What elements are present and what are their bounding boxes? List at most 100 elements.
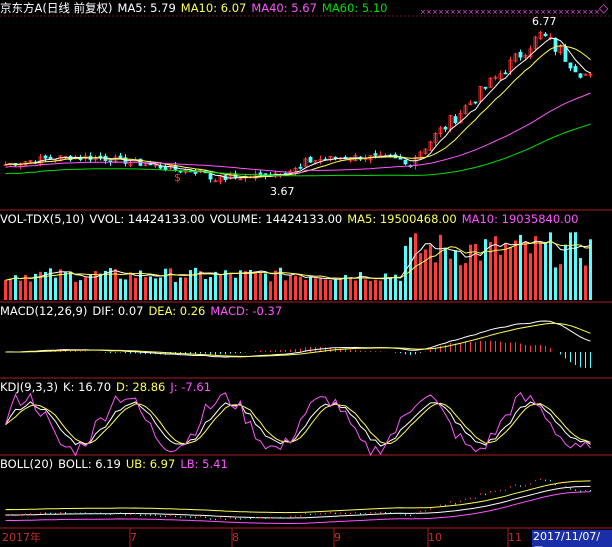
volume-value: VOLUME: 14424133.00 [209,212,343,226]
volume-bar [579,258,582,300]
candle-body [208,173,213,180]
volume-bar [339,278,342,300]
volume-bar [439,234,442,300]
volume-bar [169,268,172,300]
volume-bar [329,279,332,300]
candle-body [108,160,113,163]
boll-indicator-name: BOLL(20) [0,457,54,471]
volume-bar [99,273,102,300]
volume-bar [299,276,302,300]
volume-bar [94,271,97,300]
volume-bar [134,277,137,300]
volume-bar [229,273,232,300]
signal-marker: × [522,8,528,16]
volume-bar [369,280,372,300]
signal-marker: × [480,8,486,16]
d-value: D: 28.86 [116,380,166,394]
volume-bar [574,232,577,300]
macd-header: MACD(12,26,9) DIF: 0.07 DEA: 0.26 MACD: -0.… [0,303,287,319]
volume-bar [319,278,322,300]
boll-ub-value: UB: 6.97 [125,457,176,471]
candle-body [473,101,478,104]
signal-marker: × [438,8,444,16]
signal-marker: × [558,8,564,16]
kdj-indicator-name: KDJ(9,3,3) [0,380,59,394]
signal-marker: × [426,8,432,16]
volume-bar [524,241,527,300]
volume-bar [9,278,12,300]
volume-bar [84,277,87,300]
volume-bar [469,244,472,300]
low-price-label: 3.67 [270,185,295,198]
candle-body [43,155,48,159]
stock-name: 京东方A [0,1,43,15]
candle-body [543,33,548,37]
volume-bar [149,276,152,300]
boll-mid-line [5,485,591,519]
j-value: J: -7.61 [170,380,212,394]
volume-bar [14,275,17,300]
cursor-date-tag: 2017/11/07/二 [532,530,612,547]
volume-bar [454,250,457,300]
volume-bar [174,281,177,300]
signal-marker: × [498,8,504,16]
volume-bar [4,280,7,300]
volume-bar [479,260,482,300]
signal-marker: × [474,8,480,16]
k-value: K: 16.70 [63,380,112,394]
boll-lb-value: LB: 5.41 [180,457,228,471]
volume-bar [449,258,452,300]
price-header: 京东方A(日线 前复权) MA5: 5.79 MA10: 6.07 MA40: 5.6… [0,0,392,16]
volume-bar [24,274,27,300]
signal-marker: × [504,8,510,16]
window-toggle-icon[interactable]: ◇ [599,1,608,15]
volume-bar [179,277,182,300]
candle-body [443,126,448,130]
signal-marker: × [444,8,450,16]
candle-body [573,66,578,73]
volume-bar [214,271,217,300]
volume-bar [119,278,122,300]
volume-bar [69,271,72,300]
signal-marker: × [486,8,492,16]
volume-bar [259,272,262,300]
volume-bar [314,278,317,300]
volume-bar [124,279,127,300]
volume-bar [584,265,587,300]
volume-bar [539,241,542,300]
volume-bar [239,270,242,300]
volume-bar [484,239,487,300]
volume-bar [464,263,467,300]
candle-body [518,51,523,58]
volume-bar [419,253,422,300]
signal-marker: × [456,8,462,16]
kline-window: × × × × × × × × × × × × × × × × × × × × × × × × × × × × × × 京东方A(日线 前… [0,0,612,547]
volume-bar [199,271,202,300]
signal-marker: × [582,8,588,16]
event-marker-icon[interactable]: $ [174,171,181,185]
ma10-line [5,45,591,178]
signal-marker: × [576,8,582,16]
candle-body [258,172,263,175]
dif-value: DIF: 0.07 [92,304,144,318]
candle-body [378,154,383,157]
volume-bar [89,274,92,300]
volume-bar [324,279,327,300]
volume-bar [64,272,67,300]
volume-bar [544,242,547,300]
volume-bar [129,272,132,300]
volume-bar [399,280,402,300]
ma40-line [5,92,591,174]
candle-body [403,159,408,165]
volume-bar [504,243,507,300]
volume-bar [274,270,277,300]
signal-marker: × [510,8,516,16]
candle-body [483,86,488,89]
volume-bar [434,262,437,300]
candle-body [158,165,163,169]
volume-bar [554,267,557,300]
volume-bar [444,248,447,300]
volume-bar [379,280,382,300]
candle-body [503,72,508,75]
signal-marker: × [432,8,438,16]
